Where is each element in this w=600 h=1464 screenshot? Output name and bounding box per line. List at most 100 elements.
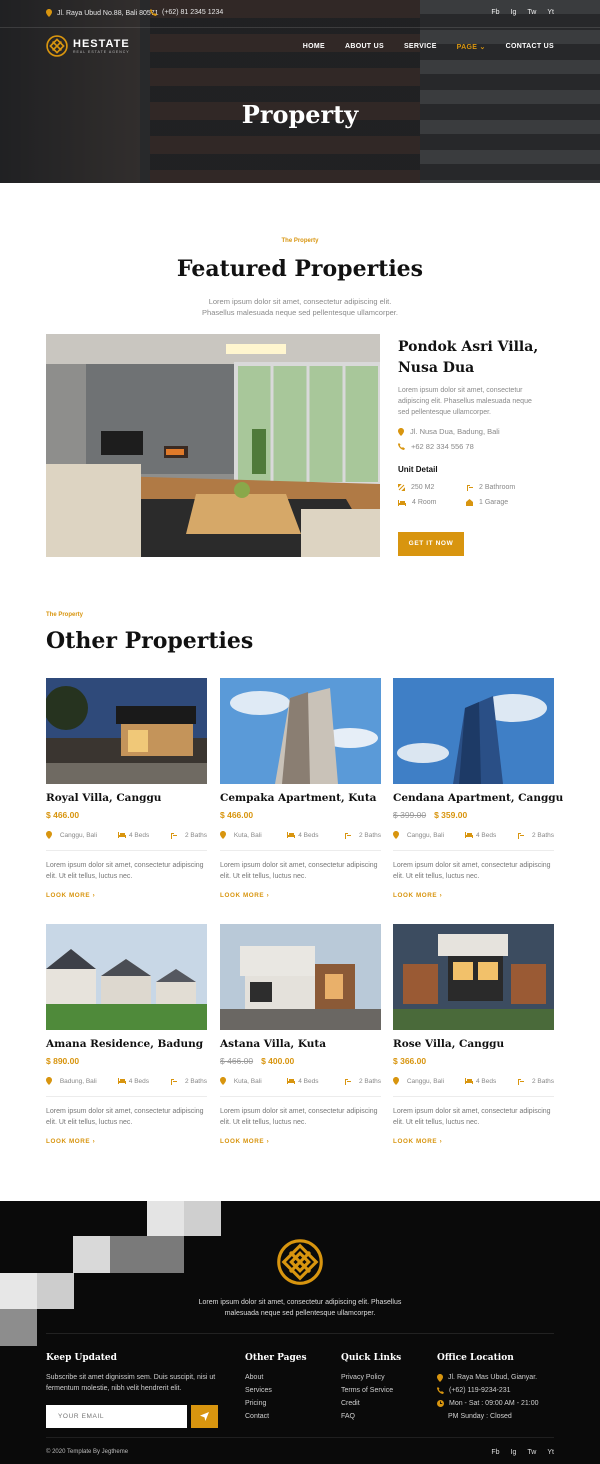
footer-social: Fb Ig Tw Yt (491, 1449, 554, 1456)
footer-social-ig[interactable]: Ig (511, 1449, 517, 1456)
property-beds: 4 Beds (287, 831, 319, 839)
featured-intro: Lorem ipsum dolor sit amet, consectetur … (202, 297, 398, 317)
office-hours-line-2: PM Sunday : Closed (448, 1413, 512, 1420)
property-price-current: $ 359.00 (434, 810, 468, 820)
social-link-yt[interactable]: Yt (547, 9, 554, 16)
unit-area: 250 M2 (398, 484, 434, 491)
social-link-ig[interactable]: Ig (511, 9, 517, 16)
office-phone[interactable]: (+62) 119-9234-231 (437, 1384, 539, 1397)
property-location-text: Canggu, Bali (406, 1077, 445, 1085)
main-nav: HOME ABOUT US SERVICE PAGE ⌄ CONTACT US (303, 43, 554, 51)
email-input[interactable] (46, 1405, 187, 1428)
newsletter-text: Subscribe sit amet dignissim sem. Duis s… (46, 1374, 216, 1392)
footer-link-about[interactable]: About (245, 1371, 272, 1384)
shower-icon (518, 832, 525, 839)
villa-photo (46, 678, 207, 784)
look-more-link[interactable]: LOOK MORE › (46, 1138, 95, 1145)
footer-bottom-divider (46, 1437, 554, 1438)
property-title[interactable]: Astana Villa, Kuta (220, 1038, 326, 1050)
property-image[interactable] (220, 924, 381, 1030)
footer-logo-icon (277, 1239, 323, 1285)
property-title[interactable]: Cendana Apartment, Canggu (393, 792, 563, 804)
topbar-phone-text: (+62) 81 2345 1234 (162, 9, 224, 16)
footer-link-faq[interactable]: FAQ (341, 1410, 393, 1423)
property-card[interactable]: Astana Villa, Kuta $ 466.00 $ 400.00 Kuta… (220, 924, 381, 1145)
property-card[interactable]: Royal Villa, Canggu $ 466.00 Canggu, Bal… (46, 678, 207, 899)
card-divider (393, 850, 554, 851)
property-location: Badung, Bali (46, 1077, 97, 1085)
property-price-current: $ 366.00 (393, 1056, 427, 1066)
footer-link-terms[interactable]: Terms of Service (341, 1384, 393, 1397)
nav-contact-us[interactable]: CONTACT US (506, 43, 554, 51)
property-title[interactable]: Cempaka Apartment, Kuta (220, 792, 376, 804)
property-image[interactable] (46, 924, 207, 1030)
look-more-link[interactable]: LOOK MORE › (393, 892, 442, 899)
footer-link-pricing[interactable]: Pricing (245, 1397, 272, 1410)
map-pin-icon (393, 831, 399, 839)
look-more-link[interactable]: LOOK MORE › (220, 1138, 269, 1145)
featured-property-description: Lorem ipsum dolor sit amet, consectetur … (398, 387, 532, 416)
unit-rooms-text: 4 Room (412, 499, 437, 506)
property-meta: Canggu, Bali 4 Beds 2 Baths (393, 1077, 554, 1085)
social-link-fb[interactable]: Fb (491, 9, 499, 16)
get-it-now-button[interactable]: GET IT NOW (398, 532, 464, 556)
property-title[interactable]: Royal Villa, Canggu (46, 792, 161, 804)
newsletter-heading: Keep Updated (46, 1353, 117, 1363)
footer-link-privacy[interactable]: Privacy Policy (341, 1371, 393, 1384)
bed-icon (398, 499, 406, 506)
property-price: $ 466.00 $ 400.00 (220, 1056, 294, 1066)
look-more-label: LOOK MORE (220, 892, 265, 899)
brand-logo[interactable]: HESTATE REAL ESTATE AGENCY (46, 35, 130, 57)
office-details: Jl. Raya Mas Ubud, Gianyar. (+62) 119-92… (437, 1371, 539, 1423)
phone-icon (150, 9, 157, 16)
nav-about-us[interactable]: ABOUT US (345, 43, 384, 51)
decor-square (184, 1201, 221, 1236)
living-room-photo (46, 334, 380, 557)
topbar-address: Jl. Raya Ubud No.88, Bali 80571 (46, 9, 159, 17)
footer-link-services[interactable]: Services (245, 1384, 272, 1397)
footer-social-fb[interactable]: Fb (491, 1449, 499, 1456)
featured-address-text: Jl. Nusa Dua, Badung, Bali (410, 427, 500, 436)
property-location-text: Badung, Bali (59, 1077, 97, 1085)
property-description: Lorem ipsum dolor sit amet, consectetur … (393, 1108, 551, 1126)
footer-link-credit[interactable]: Credit (341, 1397, 393, 1410)
property-card[interactable]: Amana Residence, Badung $ 890.00 Badung,… (46, 924, 207, 1145)
topbar-phone[interactable]: (+62) 81 2345 1234 (150, 9, 223, 16)
property-card[interactable]: Cendana Apartment, Canggu $ 399.00 $ 359.… (393, 678, 563, 899)
property-beds-text: 4 Beds (298, 831, 319, 839)
property-card[interactable]: Cempaka Apartment, Kuta $ 466.00 Kuta, B… (220, 678, 381, 899)
property-image[interactable] (220, 678, 381, 784)
property-image[interactable] (393, 678, 554, 784)
featured-phone[interactable]: +62 82 334 556 78 (398, 442, 474, 451)
look-more-link[interactable]: LOOK MORE › (220, 892, 269, 899)
footer-social-tw[interactable]: Tw (527, 1449, 536, 1456)
property-baths: 2 Baths (344, 1077, 381, 1085)
property-location-text: Canggu, Bali (406, 831, 445, 839)
footer-social-yt[interactable]: Yt (547, 1449, 554, 1456)
nav-home[interactable]: HOME (303, 43, 325, 51)
property-image[interactable] (46, 678, 207, 784)
map-pin-icon (437, 1373, 443, 1382)
property-title[interactable]: Amana Residence, Badung (46, 1038, 203, 1050)
property-card[interactable]: Rose Villa, Canggu $ 366.00 Canggu, Bali… (393, 924, 554, 1145)
other-eyebrow: The Property (46, 612, 84, 618)
footer-link-contact[interactable]: Contact (245, 1410, 272, 1423)
look-more-label: LOOK MORE (46, 892, 91, 899)
property-beds: 4 Beds (464, 831, 496, 839)
look-more-link[interactable]: LOOK MORE › (393, 1138, 442, 1145)
social-link-tw[interactable]: Tw (527, 9, 536, 16)
property-image[interactable] (393, 924, 554, 1030)
featured-property-image[interactable] (46, 334, 380, 557)
property-title[interactable]: Rose Villa, Canggu (393, 1038, 504, 1050)
nav-service[interactable]: SERVICE (404, 43, 437, 51)
area-icon (398, 484, 405, 491)
subscribe-button[interactable] (191, 1405, 218, 1428)
bed-icon (117, 832, 126, 838)
look-more-link[interactable]: LOOK MORE › (46, 892, 95, 899)
property-meta: Badung, Bali 4 Beds 2 Baths (46, 1077, 207, 1085)
unit-rooms: 4 Room (398, 499, 437, 506)
shower-icon (171, 832, 178, 839)
property-description: Lorem ipsum dolor sit amet, consectetur … (220, 1108, 378, 1126)
card-divider (46, 850, 207, 851)
nav-page[interactable]: PAGE ⌄ (457, 43, 486, 51)
